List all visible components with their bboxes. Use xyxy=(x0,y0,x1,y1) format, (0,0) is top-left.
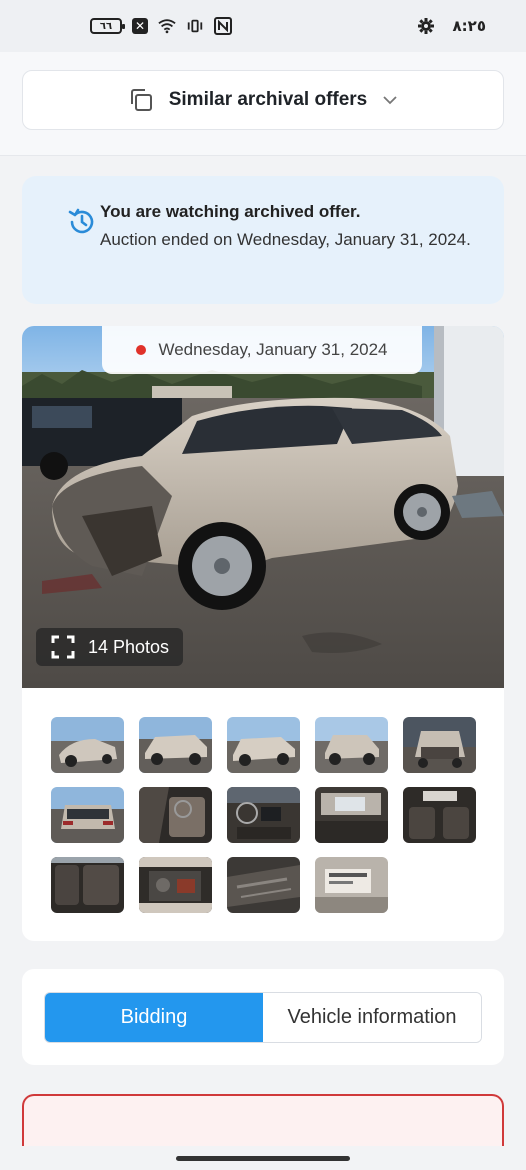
battery-level: ٦٦ xyxy=(99,20,113,32)
home-gesture-handle[interactable] xyxy=(176,1156,350,1161)
similar-offers-section: Similar archival offers xyxy=(0,52,526,156)
photos-count-label: 14 Photos xyxy=(88,636,170,657)
thumbnail-9[interactable] xyxy=(315,787,388,843)
thumbnail-2[interactable] xyxy=(139,717,212,773)
battery-icon: ٦٦ xyxy=(90,18,125,34)
status-icons-left: ٦٦ ✕ xyxy=(90,17,232,35)
auction-date: Wednesday, January 31, 2024 xyxy=(158,340,388,359)
thumbnail-3[interactable] xyxy=(227,717,300,773)
fullscreen-icon xyxy=(51,635,75,659)
thumbnail-13[interactable] xyxy=(227,857,300,913)
archived-notice: You are watching archived offer. Auction… xyxy=(22,176,504,304)
tab-bidding[interactable]: Bidding xyxy=(45,993,263,1042)
clock: ٨:٢٥ xyxy=(452,17,486,35)
auction-date-pill: Wednesday, January 31, 2024 xyxy=(102,326,422,374)
tab-bar: Bidding Vehicle information xyxy=(44,992,482,1043)
thumbnail-8[interactable] xyxy=(227,787,300,843)
photos-count-button[interactable]: 14 Photos xyxy=(36,628,184,666)
notification-x-icon: ✕ xyxy=(132,18,148,34)
gallery-card: Wednesday, January 31, 2024 14 Photos xyxy=(22,326,504,941)
thumbnail-5[interactable] xyxy=(403,717,476,773)
thumbnail-6[interactable] xyxy=(51,787,124,843)
thumbnail-4[interactable] xyxy=(315,717,388,773)
similar-offers-label: Similar archival offers xyxy=(168,89,368,110)
thumbnail-11[interactable] xyxy=(51,857,124,913)
thumbnail-10[interactable] xyxy=(403,787,476,843)
navigation-bar xyxy=(0,1146,526,1170)
similar-offers-button[interactable]: Similar archival offers xyxy=(22,70,504,130)
history-icon xyxy=(68,208,94,234)
thumbnail-12[interactable] xyxy=(139,857,212,913)
thumbnail-1[interactable] xyxy=(51,717,124,773)
nfc-icon xyxy=(214,17,232,35)
tab-vehicle-information[interactable]: Vehicle information xyxy=(263,993,481,1042)
thumbnail-14[interactable] xyxy=(315,857,388,913)
vibrate-icon xyxy=(186,17,204,35)
status-icons-right: ٨:٢٥ xyxy=(417,17,486,35)
copy-icon xyxy=(130,89,152,111)
tabs-card: Bidding Vehicle information xyxy=(22,969,504,1065)
settings-gear-icon xyxy=(417,17,435,35)
status-bar: ٦٦ ✕ ٨:٢٥ xyxy=(0,0,526,52)
wifi-icon xyxy=(158,17,176,35)
thumbnail-7[interactable] xyxy=(139,787,212,843)
main-vehicle-photo[interactable]: Wednesday, January 31, 2024 14 Photos xyxy=(22,326,504,688)
notice-text: Auction ended on Wednesday, January 31, … xyxy=(100,230,471,249)
notice-title: You are watching archived offer. xyxy=(100,202,361,221)
chevron-down-icon xyxy=(383,96,397,105)
status-dot-icon xyxy=(136,345,147,355)
